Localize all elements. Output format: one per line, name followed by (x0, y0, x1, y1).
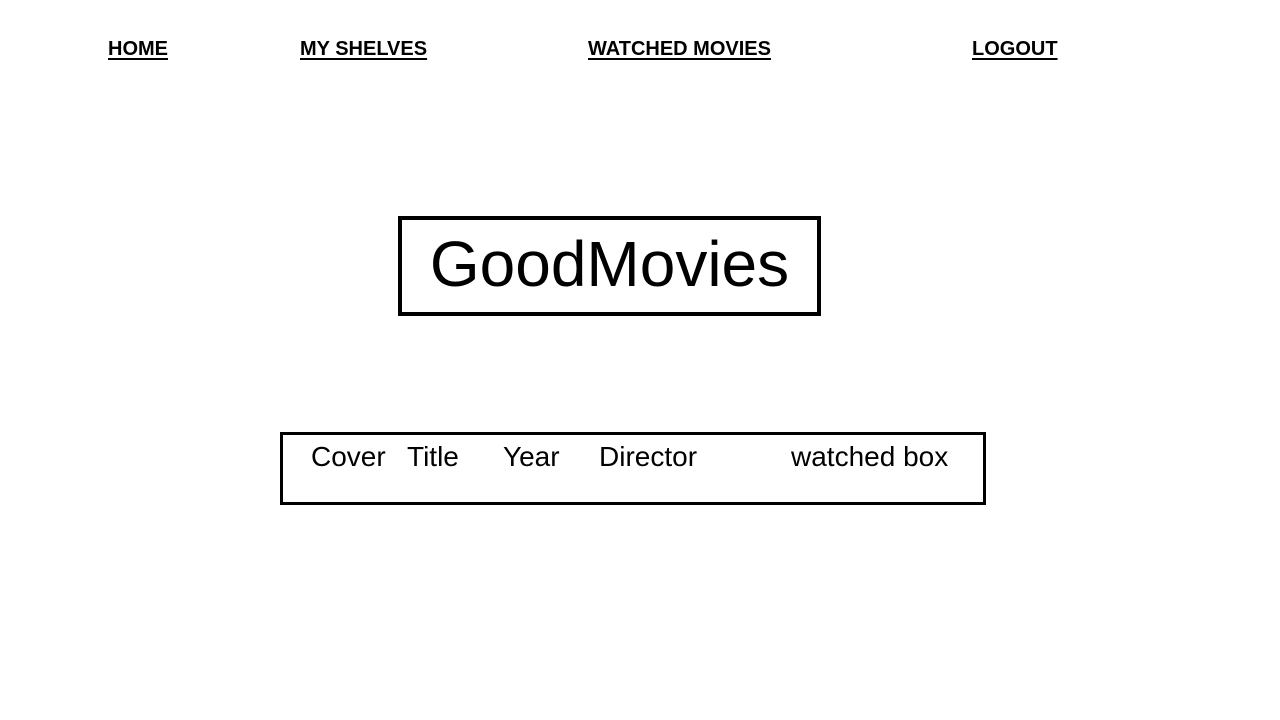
nav-home-link[interactable]: HOME (108, 38, 168, 61)
nav-watched-movies-link[interactable]: WATCHED MOVIES (588, 38, 771, 61)
nav-logout-link[interactable]: LOGOUT (972, 38, 1058, 61)
column-header-year: Year (503, 441, 560, 472)
movie-table: Cover Title Year Director watched box (280, 432, 986, 505)
column-header-title: Title (407, 441, 459, 472)
site-logo: GoodMovies (398, 216, 821, 316)
site-logo-text: GoodMovies (429, 228, 790, 300)
column-header-director: Director (599, 441, 698, 472)
page: HOME MY SHELVES WATCHED MOVIES LOGOUT Go… (0, 0, 1280, 720)
column-header-cover: Cover (311, 441, 386, 472)
column-header-watched-box: watched box (791, 441, 949, 472)
nav-my-shelves-link[interactable]: MY SHELVES (300, 38, 427, 61)
